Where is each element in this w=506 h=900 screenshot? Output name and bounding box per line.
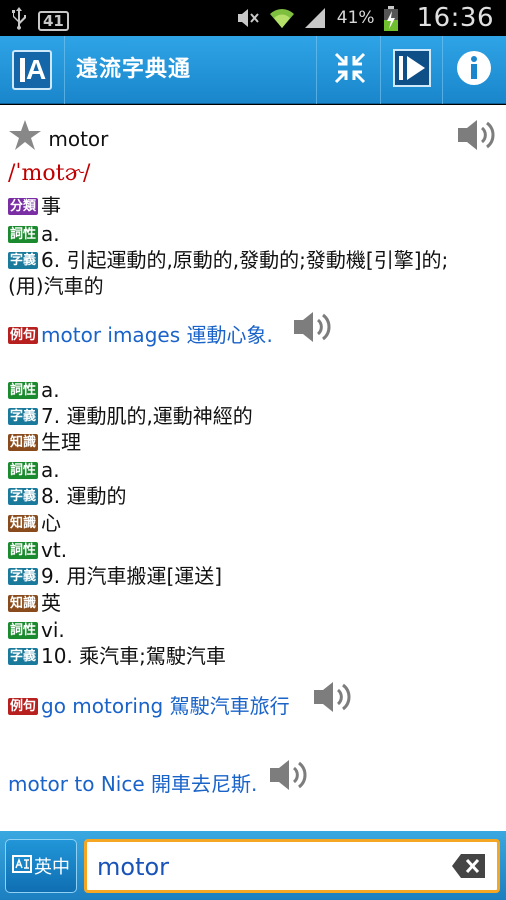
definition-line: 詞性 a. — [8, 458, 60, 482]
app-header: A 遠流字典通 — [0, 36, 506, 104]
tag-knowledge: 知識 — [8, 515, 39, 532]
tag-part-of-speech: 詞性 — [8, 622, 39, 639]
tag-part-of-speech: 詞性 — [8, 226, 39, 243]
app-logo-icon[interactable]: A — [12, 50, 52, 90]
tag-category: 分類 — [8, 198, 39, 215]
definition-line: 知識心 — [8, 511, 62, 535]
notification-badge: 41 — [38, 11, 69, 31]
tag-meaning: 字義 — [8, 568, 39, 585]
favorite-star-icon[interactable] — [8, 119, 42, 157]
headword: motor — [48, 127, 109, 151]
example-speaker-icon[interactable] — [268, 757, 310, 797]
wifi-icon — [269, 6, 295, 30]
search-input[interactable] — [97, 848, 437, 886]
info-button[interactable] — [442, 36, 506, 104]
definition-line: 詞性 vt. — [8, 538, 68, 562]
tag-example: 例句 — [8, 327, 39, 344]
definition-line: 字義 6. 引起運動的,原動的,發動的;發動機[引擎]的; — [8, 248, 449, 272]
headword-row: motor — [8, 119, 108, 157]
tag-example: 例句 — [8, 698, 39, 715]
play-icon — [393, 49, 431, 91]
tag-part-of-speech: 詞性 — [8, 542, 39, 559]
language-toggle-button[interactable]: 英中 — [5, 839, 77, 893]
status-bar: 41 41% 16:36 — [0, 0, 506, 36]
tag-meaning: 字義 — [8, 408, 39, 425]
battery-percent: 41% — [336, 8, 375, 28]
tag-part-of-speech: 詞性 — [8, 382, 39, 399]
play-button[interactable] — [380, 36, 444, 104]
entry-content: motor /ˈmotɚ/ 分類事 詞性 a. 字義 6. 引起運動的,原動的,發動… — [0, 105, 506, 831]
definition-line: 知識英 — [8, 591, 62, 615]
definition-line: 詞性 a. — [8, 378, 60, 402]
info-icon — [455, 49, 493, 91]
search-bar: 英中 — [0, 831, 506, 900]
definition-line: 知識 生理 — [8, 430, 82, 454]
clock: 16:36 — [416, 3, 494, 33]
tag-knowledge: 知識 — [8, 434, 39, 451]
definition-line: (用)汽車的 — [8, 274, 104, 298]
headword-speaker-icon[interactable] — [456, 117, 498, 157]
definition-line: 分類事 — [8, 194, 62, 218]
definition-line: 詞性 a. — [8, 222, 60, 246]
mute-icon — [235, 6, 261, 30]
definition-line: 字義 10. 乘汽車;駕駛汽車 — [8, 644, 226, 668]
tag-meaning: 字義 — [8, 252, 39, 269]
app-title: 遠流字典通 — [76, 57, 192, 82]
tag-knowledge: 知識 — [8, 595, 39, 612]
collapse-icon — [333, 51, 367, 89]
definition-line: 字義 8. 運動的 — [8, 484, 127, 508]
language-label: 英中 — [34, 857, 70, 878]
clear-icon[interactable] — [451, 851, 487, 881]
example-line: 例句 go motoring 駕駛汽車旅行 — [8, 694, 290, 718]
phonetic: /ˈmotɚ/ — [8, 161, 91, 186]
example-line: 例句 motor images 運動心象. — [8, 323, 273, 347]
definition-line: 字義 9. 用汽車搬運[運送] — [8, 564, 223, 588]
search-box — [84, 839, 500, 893]
dictionary-icon — [12, 854, 32, 879]
example-speaker-icon[interactable] — [292, 309, 334, 349]
example-line: motor to Nice 開車去尼斯. — [8, 772, 258, 796]
example-speaker-icon[interactable] — [312, 679, 354, 719]
collapse-button[interactable] — [318, 36, 382, 104]
definition-line: 詞性 vi. — [8, 618, 65, 642]
tag-meaning: 字義 — [8, 648, 39, 665]
definition-line: 字義 7. 運動肌的,運動神經的 — [8, 404, 253, 428]
signal-icon — [303, 6, 329, 30]
battery-charging-icon — [383, 6, 409, 31]
tag-meaning: 字義 — [8, 488, 39, 505]
tag-part-of-speech: 詞性 — [8, 462, 39, 479]
usb-icon — [10, 6, 28, 36]
